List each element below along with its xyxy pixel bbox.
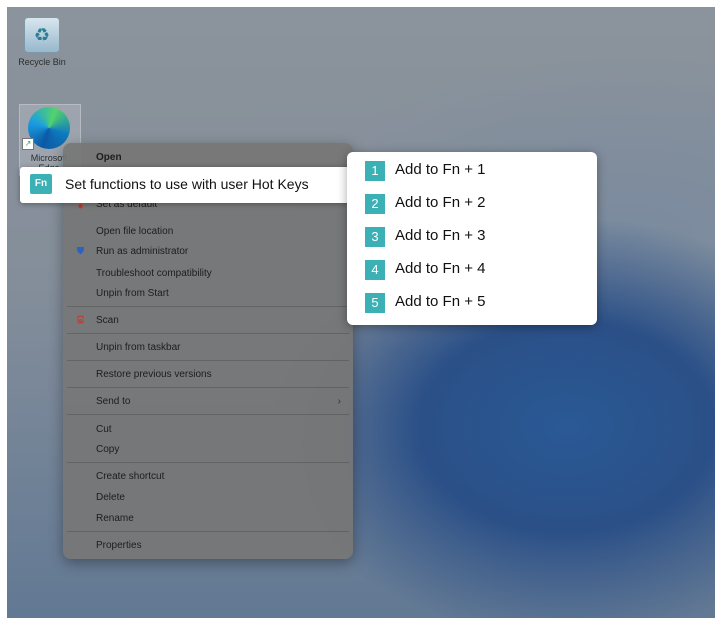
menu-item-unpin-taskbar[interactable]: Unpin from taskbar: [96, 342, 180, 353]
menu-item-rename[interactable]: Rename: [96, 513, 134, 524]
number-3-icon: 3: [365, 227, 385, 247]
submenu-item-fn2[interactable]: 2 Add to Fn + 2: [347, 189, 597, 219]
menu-item-open[interactable]: Open: [96, 152, 122, 163]
desktop-icon-recycle-bin[interactable]: Recycle Bin: [12, 17, 72, 67]
menu-item-unpin-start[interactable]: Unpin from Start: [96, 288, 169, 299]
menu-item-send-to[interactable]: Send to: [96, 396, 130, 407]
hotkeys-menu-item[interactable]: Fn Set functions to use with user Hot Ke…: [20, 167, 350, 203]
menu-divider: [67, 462, 349, 463]
number-2-icon: 2: [365, 194, 385, 214]
submenu-item-fn5[interactable]: 5 Add to Fn + 5: [347, 288, 597, 318]
submenu-label: Add to Fn + 3: [395, 227, 486, 244]
menu-item-run-as-admin[interactable]: Run as administrator: [96, 246, 188, 257]
menu-item-troubleshoot[interactable]: Troubleshoot compatibility: [96, 268, 212, 279]
menu-divider: [67, 387, 349, 388]
submenu-item-fn3[interactable]: 3 Add to Fn + 3: [347, 222, 597, 252]
number-1-icon: 1: [365, 161, 385, 181]
submenu-label: Add to Fn + 5: [395, 293, 486, 310]
menu-item-delete[interactable]: Delete: [96, 492, 125, 503]
submenu-item-fn1[interactable]: 1 Add to Fn + 1: [347, 156, 597, 186]
hotkey-submenu: 1 Add to Fn + 1 2 Add to Fn + 2 3 Add to…: [347, 152, 597, 325]
edge-icon: [28, 107, 70, 149]
menu-item-restore-versions[interactable]: Restore previous versions: [96, 369, 212, 380]
menu-item-open-file-location[interactable]: Open file location: [96, 226, 173, 237]
desktop-icon-label: Recycle Bin: [18, 57, 66, 67]
chevron-right-icon: ›: [337, 396, 341, 407]
shortcut-arrow-icon: ↗: [22, 138, 34, 150]
menu-item-properties[interactable]: Properties: [96, 540, 142, 551]
hotkeys-menu-label: Set functions to use with user Hot Keys: [65, 176, 309, 192]
menu-item-create-shortcut[interactable]: Create shortcut: [96, 471, 164, 482]
menu-item-copy[interactable]: Copy: [96, 444, 119, 455]
context-menu: Open Set as default ● Open file location…: [63, 143, 353, 559]
submenu-label: Add to Fn + 4: [395, 260, 486, 277]
number-5-icon: 5: [365, 293, 385, 313]
submenu-label: Add to Fn + 1: [395, 161, 486, 178]
scan-icon: ⌺: [77, 315, 84, 326]
menu-divider: [67, 333, 349, 334]
menu-item-cut[interactable]: Cut: [96, 424, 112, 435]
desktop: Recycle Bin Microsoft Edge ↗ Open Set as…: [7, 7, 715, 618]
submenu-label: Add to Fn + 2: [395, 194, 486, 211]
menu-divider: [67, 531, 349, 532]
submenu-item-fn4[interactable]: 4 Add to Fn + 4: [347, 255, 597, 285]
number-4-icon: 4: [365, 260, 385, 280]
menu-divider: [67, 414, 349, 415]
shield-icon: ⛊: [76, 246, 85, 257]
menu-divider: [67, 360, 349, 361]
fn-key-icon: Fn: [30, 174, 52, 194]
menu-item-scan[interactable]: Scan: [96, 315, 119, 326]
recycle-bin-icon: [24, 17, 60, 53]
menu-divider: [67, 306, 349, 307]
